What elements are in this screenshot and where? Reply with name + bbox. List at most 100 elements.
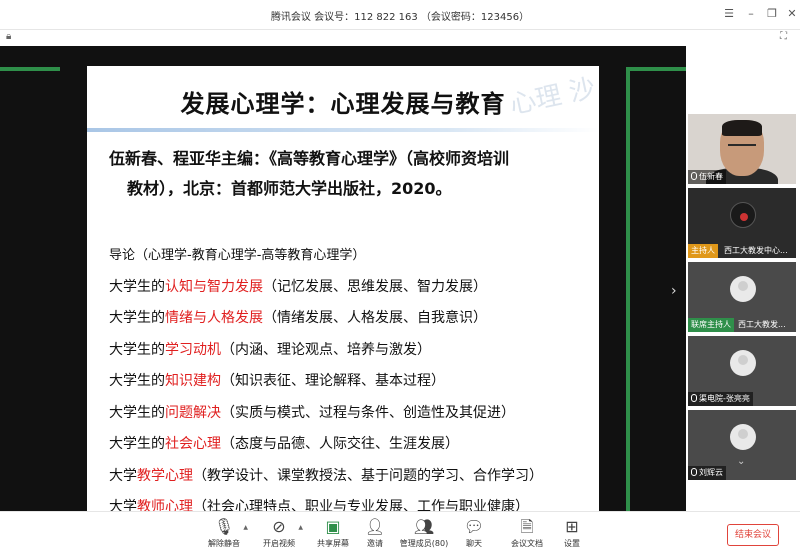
- members-icon: 👥︎: [413, 517, 435, 536]
- outline-suffix: （实质与模式、过程与条件、创造性及其促进）: [221, 404, 515, 421]
- invite-button[interactable]: 👤︎ 邀请: [347, 516, 403, 556]
- outline-suffix: （记忆发展、思维发展、智力发展）: [263, 278, 487, 295]
- outline-item: 大学生的认知与智力发展（记忆发展、思维发展、智力发展）: [109, 272, 595, 304]
- outline-item: 大学生的社会心理（态度与品德、人际交往、生涯发展）: [109, 429, 595, 461]
- screen-share-border: [0, 67, 60, 71]
- end-meeting-button[interactable]: 结束会议: [727, 524, 779, 546]
- chat-label: 聊天: [466, 539, 482, 548]
- outline-item: 大学教学心理（教学设计、课堂教授法、基于问题的学习、合作学习）: [109, 461, 595, 493]
- outline-prefix: 大学生的: [109, 310, 165, 326]
- settings-button[interactable]: ⊞ 设置: [544, 516, 600, 556]
- microphone-icon: [691, 172, 697, 180]
- outline-suffix: （教学设计、课堂教授法、基于问题的学习、合作学习）: [193, 467, 543, 484]
- lock-icon: 🔒︎: [6, 31, 12, 42]
- outline-highlight: 问题解决: [165, 404, 221, 421]
- window-title: 腾讯会议 会议号：112 822 163 （会议密码：123456）: [270, 12, 530, 23]
- slide-title: 发展心理学：心理发展与教育: [180, 89, 506, 118]
- outline-prefix: 大学生的: [109, 373, 165, 389]
- participant-name-text: 伍新春: [699, 172, 723, 181]
- participant-video-tile[interactable]: 伍新春: [688, 114, 796, 184]
- outline-prefix: 导论（心理学-教育心理学-高等教育心理学）: [109, 248, 366, 263]
- cohost-badge: 联席主持人: [688, 318, 734, 332]
- chat-button[interactable]: 💬︎ 聊天: [446, 516, 502, 556]
- outline-item: 大学生的问题解决（实质与模式、过程与条件、创造性及其促进）: [109, 398, 595, 430]
- shared-screen-area: 心理 沙 发展心理学：心理发展与教育 伍新春、程亚华主编：《高等教育心理学》（高…: [0, 46, 686, 511]
- outline-highlight: 情绪与人格发展: [165, 310, 263, 326]
- chevron-down-icon[interactable]: ⌄: [737, 456, 745, 467]
- outline-highlight: 知识建构: [165, 373, 221, 389]
- participant-tile[interactable]: 渠电院-张亮亮: [688, 336, 796, 406]
- outline-prefix: 大学生的: [109, 404, 165, 421]
- participant-name: 刘辉云: [688, 466, 726, 480]
- chat-icon: 💬︎: [463, 517, 485, 536]
- participant-name-text: 西工大教发中心...: [724, 246, 788, 255]
- presentation-slide: 心理 沙 发展心理学：心理发展与教育 伍新春、程亚华主编：《高等教育心理学》（高…: [87, 66, 599, 511]
- outline-highlight: 认知与智力发展: [165, 278, 263, 295]
- avatar: [730, 350, 756, 376]
- participant-name-text: 渠电院-张亮亮: [699, 394, 750, 403]
- fullscreen-icon[interactable]: ⛶: [780, 31, 787, 42]
- start-video-button[interactable]: ⊘ ▲ 开启视频: [251, 516, 307, 556]
- participant-name: 伍新春: [688, 170, 726, 184]
- reference-line: 教材），北京：首都师范大学出版社，2020。: [127, 179, 452, 198]
- outline-prefix: 大学生的: [109, 278, 165, 295]
- outline-prefix: 大学生的: [109, 436, 165, 452]
- outline-suffix: （知识表征、理论解释、基本过程）: [221, 373, 445, 389]
- outline-item: 大学教师心理（社会心理特点、职业与专业发展、工作与职业健康）: [109, 492, 595, 511]
- chevron-right-icon[interactable]: ›: [671, 283, 677, 299]
- outline-prefix: 大学生的: [109, 341, 165, 358]
- invite-label: 邀请: [367, 539, 383, 548]
- title-bar: 腾讯会议 会议号：112 822 163 （会议密码：123456） ☰ – ❐…: [0, 0, 800, 30]
- unmute-button[interactable]: 🎙︎ ▲ 解除静音: [196, 516, 252, 556]
- participant-tile[interactable]: 主持人 西工大教发中心...: [688, 188, 796, 258]
- minimize-icon[interactable]: –: [743, 6, 759, 22]
- manage-members-button[interactable]: 👥︎ 管理成员(80): [396, 516, 452, 556]
- participant-panel: 伍新春 主持人 西工大教发中心... 联席主持人 西工大教发... 渠电院-张亮…: [686, 46, 800, 511]
- meeting-toolbar: 🎙︎ ▲ 解除静音 ⊘ ▲ 开启视频 ▣ 共享屏幕 👤︎ 邀请 👥︎ 管理成员(…: [0, 511, 800, 557]
- title-divider: [87, 128, 599, 132]
- screen-share-border: [626, 67, 630, 511]
- unmute-label: 解除静音: [208, 539, 240, 548]
- outline-item: 大学生的学习动机（内涵、理论观点、培养与激发）: [109, 335, 595, 367]
- microphone-icon: [691, 394, 697, 402]
- participant-name-text: 西工大教发...: [738, 320, 786, 329]
- outline-suffix: （态度与品德、人际交往、生涯发展）: [221, 436, 459, 452]
- top-strip: 🔒︎ ⛶: [0, 30, 800, 46]
- outline-suffix: （情绪发展、人格发展、自我意识）: [263, 310, 487, 326]
- outline-highlight: 教师心理: [137, 499, 193, 511]
- outline-highlight: 学习动机: [165, 341, 221, 358]
- restore-icon[interactable]: ❐: [764, 6, 780, 22]
- caret-up-icon[interactable]: ▲: [243, 524, 248, 531]
- course-outline: 导论（心理学-教育心理学-高等教育心理学） 大学生的认知与智力发展（记忆发展、思…: [109, 240, 595, 511]
- outline-item: 导论（心理学-教育心理学-高等教育心理学）: [109, 240, 595, 272]
- avatar: [730, 202, 756, 228]
- participant-face: [720, 120, 764, 176]
- video-label: 开启视频: [263, 539, 295, 548]
- participant-tile[interactable]: 刘辉云: [688, 410, 796, 480]
- participant-name: 渠电院-张亮亮: [688, 392, 753, 406]
- outline-item: 大学生的知识建构（知识表征、理论解释、基本过程）: [109, 366, 595, 398]
- outline-item: 大学生的情绪与人格发展（情绪发展、人格发展、自我意识）: [109, 303, 595, 335]
- settings-label: 设置: [564, 539, 580, 548]
- outline-highlight: 教学心理: [137, 467, 193, 484]
- avatar: [730, 424, 756, 450]
- host-badge: 主持人: [688, 244, 718, 258]
- add-user-icon: 👤︎: [364, 517, 386, 536]
- participant-tile[interactable]: 联席主持人 西工大教发...: [688, 262, 796, 332]
- outline-prefix: 大学: [109, 499, 137, 511]
- grid-icon: ⊞: [565, 517, 579, 536]
- members-label: 管理成员(80): [399, 539, 449, 548]
- reference-line: 伍新春、程亚华主编：《高等教育心理学》（高校师资培训: [109, 149, 510, 168]
- participant-name-text: 刘辉云: [699, 468, 723, 477]
- avatar: [730, 276, 756, 302]
- outline-suffix: （社会心理特点、职业与专业发展、工作与职业健康）: [193, 499, 529, 511]
- microphone-icon: [691, 468, 697, 476]
- outline-suffix: （内涵、理论观点、培养与激发）: [221, 341, 431, 358]
- menu-icon[interactable]: ☰: [721, 6, 737, 22]
- outline-highlight: 社会心理: [165, 436, 221, 452]
- outline-prefix: 大学: [109, 467, 137, 484]
- screen-share-border: [626, 67, 686, 71]
- close-icon[interactable]: ✕: [784, 6, 800, 22]
- reference-text: 伍新春、程亚华主编：《高等教育心理学》（高校师资培训 教材），北京：首都师范大学…: [109, 144, 589, 204]
- caret-up-icon[interactable]: ▲: [298, 524, 303, 531]
